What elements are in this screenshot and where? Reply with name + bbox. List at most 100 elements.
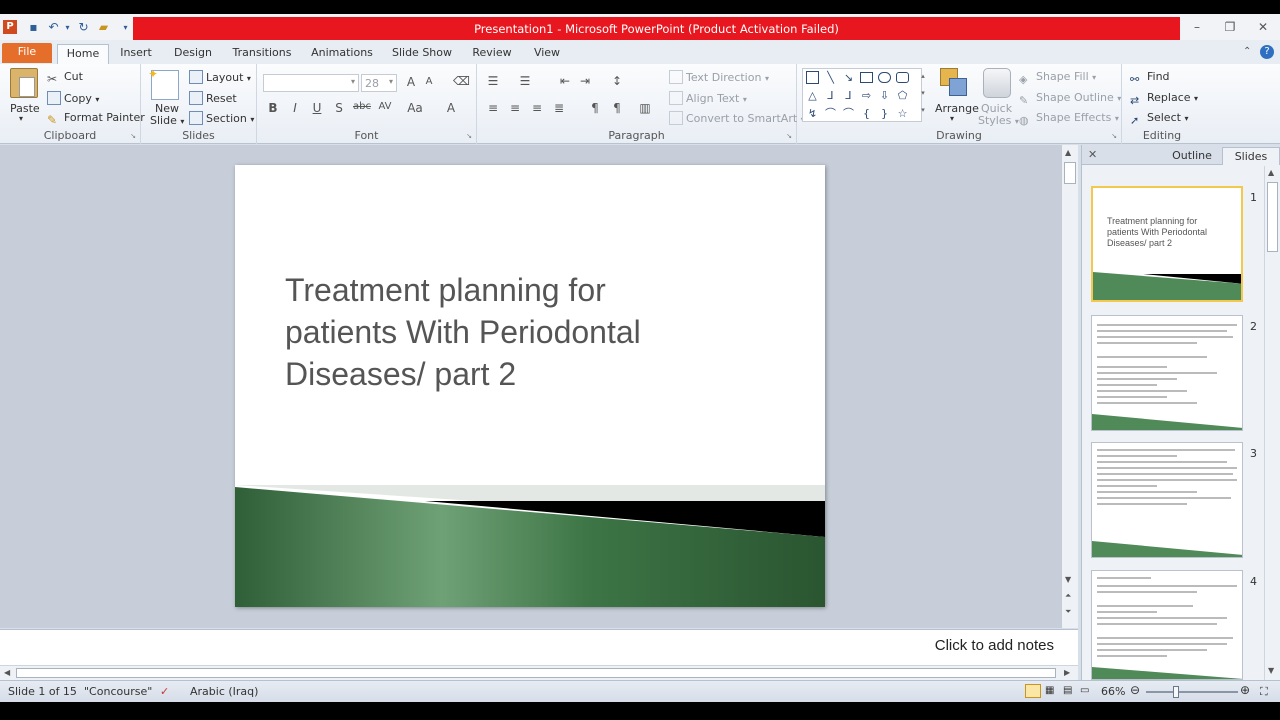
slide-thumbnail[interactable]: Treatment planning for patients With Per… <box>1091 186 1243 302</box>
align-text-button[interactable]: Align Text ▾ <box>669 91 747 105</box>
redo-icon[interactable]: ↻ <box>76 20 91 35</box>
editor-vertical-scrollbar[interactable]: ▲ ▼ ⏶ ⏷ <box>1061 145 1078 628</box>
triangle-shape-icon[interactable]: △ <box>806 89 819 102</box>
tab-file[interactable]: File <box>2 43 52 63</box>
arrange-button[interactable]: Arrange <box>935 102 979 115</box>
normal-view-icon[interactable] <box>1025 684 1041 698</box>
grow-font-icon[interactable]: A <box>403 75 419 89</box>
shrink-font-icon[interactable]: A <box>421 76 437 87</box>
right-brace-shape-icon[interactable]: } <box>878 107 891 120</box>
numbering-icon[interactable]: ☰ <box>517 74 533 88</box>
previous-slide-icon[interactable]: ⏶ <box>1065 591 1071 601</box>
spell-check-icon[interactable]: ✓ <box>160 685 169 698</box>
character-spacing-icon[interactable]: AV <box>377 101 393 112</box>
left-brace-shape-icon[interactable]: { <box>860 107 873 120</box>
zoom-level[interactable]: 66% <box>1101 685 1125 698</box>
textbox-shape-icon[interactable] <box>806 71 819 84</box>
font-color-icon[interactable]: A <box>443 101 459 115</box>
shape-effects-button[interactable]: ◍ Shape Effects ▾ <box>1019 111 1119 128</box>
dialog-launcher-icon[interactable]: ↘ <box>130 132 136 140</box>
columns-icon[interactable]: ▥ <box>637 101 653 115</box>
font-name-combo[interactable]: ▾ <box>263 74 359 92</box>
shadow-icon[interactable]: S <box>331 101 347 115</box>
slide-thumbnail[interactable] <box>1091 570 1243 680</box>
line-spacing-icon[interactable]: ↕ <box>609 74 625 88</box>
new-slide-icon[interactable]: ✦ <box>148 67 179 100</box>
ltr-icon[interactable]: ¶ <box>587 101 603 115</box>
align-right-icon[interactable]: ≡ <box>529 101 545 115</box>
rectangle-shape-icon[interactable] <box>860 72 873 83</box>
convert-smartart-button[interactable]: Convert to SmartArt ▾ <box>669 111 805 125</box>
elbow-arrow-shape-icon[interactable]: ⅃ <box>842 89 855 102</box>
scroll-right-icon[interactable]: ▶ <box>1064 668 1070 677</box>
slide-thumbnail[interactable] <box>1091 315 1243 431</box>
tab-home[interactable]: Home <box>57 44 109 64</box>
dialog-launcher-icon[interactable]: ↘ <box>466 132 472 140</box>
close-pane-icon[interactable]: ✕ <box>1088 148 1097 161</box>
tab-slides[interactable]: Slides <box>1222 147 1280 165</box>
tab-insert[interactable]: Insert <box>114 44 158 64</box>
rtl-icon[interactable]: ¶ <box>609 101 625 115</box>
format-painter-button[interactable]: ✎ Format Painter <box>47 111 145 127</box>
italic-icon[interactable]: I <box>287 101 303 115</box>
paste-dropdown-icon[interactable]: ▾ <box>19 114 23 123</box>
arrange-dropdown-icon[interactable]: ▾ <box>950 114 954 123</box>
font-size-combo[interactable]: 28 ▾ <box>361 74 397 92</box>
clear-formatting-icon[interactable]: ⌫ <box>453 74 470 88</box>
powerpoint-logo-icon[interactable]: P <box>3 20 17 34</box>
close-button[interactable]: ✕ <box>1249 18 1277 36</box>
restore-button[interactable]: ❐ <box>1216 18 1244 36</box>
pane-scrollbar[interactable]: ▲ ▼ <box>1264 166 1280 680</box>
dialog-launcher-icon[interactable]: ↘ <box>1111 132 1117 140</box>
cut-button[interactable]: ✂ Cut <box>47 70 83 86</box>
replace-button[interactable]: ⇄ Replace ▾ <box>1130 91 1198 108</box>
text-direction-button[interactable]: Text Direction ▾ <box>669 70 769 84</box>
next-slide-icon[interactable]: ⏷ <box>1065 607 1071 617</box>
notes-placeholder[interactable]: Click to add notes <box>935 637 1054 654</box>
section-button[interactable]: Section ▾ <box>189 111 254 125</box>
scroll-thumb[interactable] <box>1064 162 1076 184</box>
fit-to-window-icon[interactable]: ⛶ <box>1260 685 1268 699</box>
quick-styles-icon[interactable] <box>983 68 1011 98</box>
decrease-indent-icon[interactable]: ⇤ <box>557 74 573 88</box>
slide-sorter-view-icon[interactable]: ▦ <box>1045 685 1054 696</box>
undo-icon[interactable]: ↶ <box>46 20 61 35</box>
customize-toolbar-icon[interactable]: ▾ <box>118 20 133 35</box>
scroll-down-icon[interactable]: ▼ <box>1268 666 1274 675</box>
slide-title[interactable]: Treatment planning for patients With Per… <box>285 269 715 395</box>
pentagon-shape-icon[interactable]: ⬠ <box>896 89 909 102</box>
help-icon[interactable]: ? <box>1260 45 1274 59</box>
paste-icon[interactable] <box>10 68 38 98</box>
select-button[interactable]: ➚ Select ▾ <box>1130 111 1188 128</box>
quick-styles-label-2[interactable]: Styles ▾ <box>978 114 1019 127</box>
arrow-line-shape-icon[interactable]: ↘ <box>842 71 855 84</box>
right-arrow-shape-icon[interactable]: ⇨ <box>860 89 873 102</box>
tab-animations[interactable]: Animations <box>306 44 378 64</box>
theme-name[interactable]: "Concourse" <box>84 685 152 698</box>
save-icon[interactable]: ▪ <box>26 20 41 35</box>
shapes-gallery[interactable]: ╲ ↘ △ ⅃ ⅃ ⇨ ⇩ ⬠ ↯ ⌒ ⌒ { } ☆ <box>802 68 922 122</box>
current-slide[interactable]: Treatment planning for patients With Per… <box>235 165 825 607</box>
bullets-icon[interactable]: ☰ <box>485 74 501 88</box>
slide-thumbnail[interactable] <box>1091 442 1243 558</box>
tab-transitions[interactable]: Transitions <box>228 44 296 64</box>
horizontal-scroll-thumb[interactable] <box>16 668 1056 678</box>
new-slide-label-2[interactable]: Slide ▾ <box>150 114 184 127</box>
open-folder-icon[interactable]: ▰ <box>96 20 111 35</box>
paste-button[interactable]: Paste <box>10 102 40 115</box>
notes-pane[interactable]: Click to add notes <box>0 629 1078 665</box>
freeform-shape-icon[interactable]: ↯ <box>806 107 819 120</box>
change-case-icon[interactable]: Aa <box>407 101 423 115</box>
scroll-up-icon[interactable]: ▲ <box>1065 148 1071 157</box>
line-shape-icon[interactable]: ╲ <box>824 71 837 84</box>
justify-icon[interactable]: ≣ <box>551 101 567 115</box>
elbow-connector-shape-icon[interactable]: ⅃ <box>824 89 837 102</box>
align-left-icon[interactable]: ≡ <box>485 101 501 115</box>
rounded-rect-shape-icon[interactable] <box>896 72 909 83</box>
reading-view-icon[interactable]: ▤ <box>1063 685 1072 696</box>
increase-indent-icon[interactable]: ⇥ <box>577 74 593 88</box>
shape-outline-button[interactable]: ✎ Shape Outline ▾ <box>1019 91 1121 108</box>
pane-scroll-thumb[interactable] <box>1267 182 1278 252</box>
zoom-slider[interactable] <box>1146 686 1238 698</box>
minimize-ribbon-icon[interactable]: ⌃ <box>1243 46 1251 57</box>
